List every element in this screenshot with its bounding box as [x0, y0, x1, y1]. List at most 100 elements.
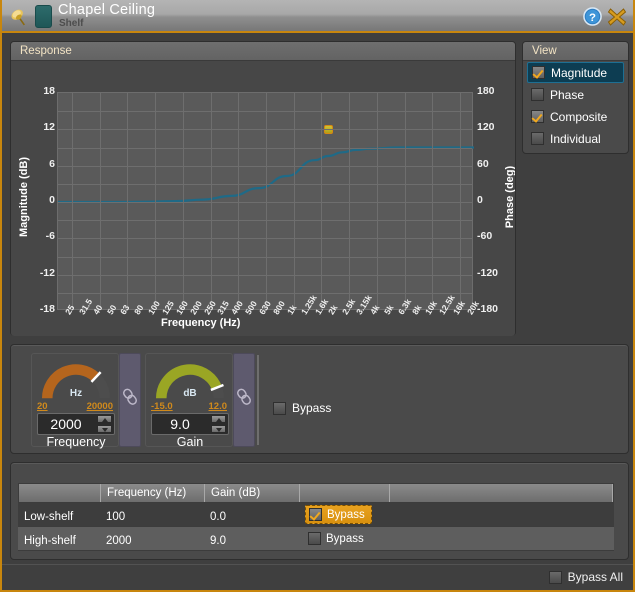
grid-line-vertical: [238, 93, 239, 309]
view-item-magnitude[interactable]: Magnitude: [527, 62, 624, 83]
view-panel: View Magnitude Phase Composite Individual: [522, 41, 629, 154]
stepper-down-icon[interactable]: [211, 425, 226, 433]
help-icon[interactable]: ?: [583, 7, 602, 26]
window-subtitle: Shelf: [59, 18, 84, 29]
y2-tick-label: 180: [477, 85, 495, 97]
table-header-cell[interactable]: [300, 484, 390, 502]
checkbox-composite[interactable]: [531, 110, 544, 123]
bypass-checkbox-row[interactable]: Bypass: [273, 401, 331, 415]
table-cell-bypass[interactable]: Bypass: [299, 527, 389, 550]
stepper-up-icon[interactable]: [211, 415, 226, 423]
bypass-all-label: Bypass All: [567, 570, 623, 584]
grid-line-horizontal: [58, 184, 472, 185]
grid-line-vertical: [460, 93, 461, 309]
gain-value[interactable]: 9.0: [152, 416, 208, 432]
filters-table[interactable]: Frequency (Hz) Gain (dB) Low-shelf 100 0.0 B…: [18, 483, 614, 553]
y-tick-label: 12: [43, 121, 55, 134]
grid-line-horizontal: [58, 129, 472, 130]
grid-line-horizontal: [58, 202, 472, 203]
frequency-input[interactable]: 2000: [37, 413, 115, 435]
table-cell-empty[interactable]: [389, 503, 612, 526]
panel-divider: [257, 355, 259, 445]
title-bar: Chapel Ceiling Shelf ?: [2, 0, 633, 33]
grid-line-vertical: [72, 93, 73, 309]
y2-tick-label: -180: [477, 303, 499, 315]
grid-line-horizontal: [58, 293, 472, 294]
table-cell[interactable]: High-shelf: [18, 527, 100, 550]
grid-line-vertical: [127, 93, 128, 309]
y2-axis-title: Phase (deg): [504, 165, 515, 229]
y2-tick-label: 120: [477, 121, 495, 134]
bypass-checkbox[interactable]: [273, 401, 286, 415]
row-bypass-checkbox[interactable]: [309, 508, 322, 521]
close-icon[interactable]: [607, 7, 627, 27]
table-cell-bypass[interactable]: Bypass: [299, 503, 389, 526]
view-item-label: Individual: [550, 131, 601, 146]
table-cell[interactable]: Low-shelf: [18, 503, 100, 526]
grid-line-vertical: [266, 93, 267, 309]
grid-line-horizontal: [58, 111, 472, 112]
x-axis-labels: 25 31.5 40 50 63 80 100 125 160 200 250 315 400 500 63…: [57, 293, 481, 336]
grid-line-horizontal: [58, 275, 472, 276]
bypass-label: Bypass: [292, 401, 332, 415]
knob-max-label: 12.0: [208, 401, 228, 412]
frequency-response-chart[interactable]: Magnitude (dB) 18 12 6 0 -6 -12 -18 180 120 60 0-…: [11, 61, 515, 336]
table-row[interactable]: High-shelf 2000 9.0 Bypass: [18, 527, 614, 551]
knob-caption: Frequency: [46, 435, 106, 449]
checkbox-individual[interactable]: [531, 132, 544, 145]
table-cell[interactable]: 0.0: [204, 503, 299, 526]
grid-line-vertical: [377, 93, 378, 309]
row-bypass-toggle[interactable]: Bypass: [305, 505, 372, 524]
grid-line-vertical: [321, 93, 322, 309]
status-bar: Bypass All: [2, 564, 633, 590]
gain-input[interactable]: 9.0: [151, 413, 229, 435]
y-tick-label: -18: [39, 303, 55, 315]
grid-line-horizontal: [58, 148, 472, 149]
pushpin-icon[interactable]: [8, 5, 32, 29]
gain-stepper[interactable]: [211, 415, 226, 433]
stepper-up-icon[interactable]: [97, 415, 112, 423]
bypass-all-checkbox[interactable]: [548, 570, 562, 584]
view-panel-header: View: [523, 42, 628, 61]
table-body: Low-shelf 100 0.0 Bypass High-shelf 2000 9.0 By…: [18, 503, 614, 551]
x-axis-title: Frequency (Hz): [161, 317, 241, 329]
window-title: Chapel Ceiling: [58, 2, 156, 18]
color-swatch[interactable]: [35, 5, 52, 28]
link-chain-glyph: [123, 388, 137, 405]
grid-line-vertical: [349, 93, 350, 309]
view-item-individual[interactable]: Individual: [527, 128, 624, 149]
stepper-down-icon[interactable]: [97, 425, 112, 433]
bypass-all-row[interactable]: Bypass All: [548, 570, 623, 584]
grid-line-vertical: [100, 93, 101, 309]
frequency-stepper[interactable]: [97, 415, 112, 433]
table-cell[interactable]: 9.0: [204, 527, 299, 550]
view-item-phase[interactable]: Phase: [527, 84, 624, 105]
table-cell-empty[interactable]: [389, 527, 612, 550]
response-panel: Response Magnitude (dB) 18 12 6 0 -6 -12 -18 1…: [10, 41, 516, 336]
row-bypass-checkbox[interactable]: [308, 532, 321, 545]
row-bypass-toggle[interactable]: Bypass: [305, 530, 370, 547]
plot-area[interactable]: [57, 92, 474, 310]
response-panel-header: Response: [11, 42, 515, 61]
grid-line-vertical: [405, 93, 406, 309]
view-item-composite[interactable]: Composite: [527, 106, 624, 127]
link-chain-icon[interactable]: [119, 353, 141, 447]
knob-max-label: 20000: [86, 401, 113, 412]
table-header-cell[interactable]: [19, 484, 101, 502]
y-tick-label: 6: [49, 157, 55, 170]
frequency-value[interactable]: 2000: [38, 416, 94, 432]
table-row[interactable]: Low-shelf 100 0.0 Bypass: [18, 503, 614, 527]
table-header-cell[interactable]: [390, 484, 613, 502]
table-header-cell[interactable]: Gain (dB): [205, 484, 300, 502]
checkbox-phase[interactable]: [531, 88, 544, 101]
y-axis-labels: 18 12 6 0 -6 -12 -18: [11, 85, 55, 315]
knob-caption: Gain: [176, 435, 204, 449]
link-chain-icon[interactable]: [233, 353, 255, 447]
link-chain-glyph: [237, 388, 251, 405]
table-cell[interactable]: 2000: [100, 527, 204, 550]
table-cell[interactable]: 100: [100, 503, 204, 526]
table-header-cell[interactable]: Frequency (Hz): [101, 484, 205, 502]
checkbox-magnitude[interactable]: [532, 66, 545, 79]
grid-line-horizontal: [58, 220, 472, 221]
y-tick-label: -6: [45, 230, 55, 243]
